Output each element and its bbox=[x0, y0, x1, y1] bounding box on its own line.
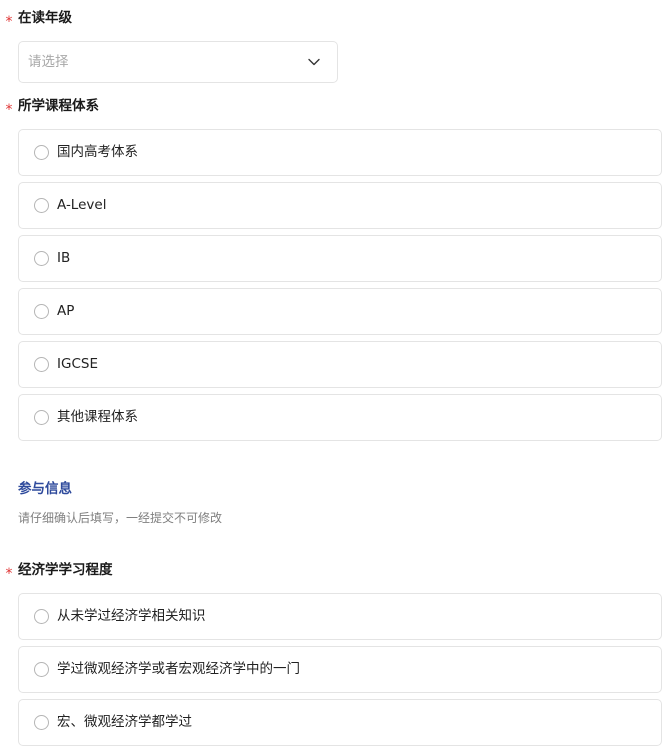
option-label: 国内高考体系 bbox=[57, 144, 138, 160]
radio-button[interactable] bbox=[34, 715, 49, 730]
required-mark: * bbox=[5, 566, 13, 582]
economics-label-text: 经济学学习程度 bbox=[18, 562, 113, 578]
economics-option-both[interactable]: 宏、微观经济学都学过 bbox=[18, 699, 662, 746]
radio-button[interactable] bbox=[34, 304, 49, 319]
chevron-down-icon bbox=[308, 58, 320, 66]
curriculum-option-igcse[interactable]: IGCSE bbox=[18, 341, 662, 388]
section-description: 请仔细确认后填写，一经提交不可修改 bbox=[18, 511, 223, 525]
radio-button[interactable] bbox=[34, 662, 49, 677]
section-title: 参与信息 bbox=[18, 481, 72, 497]
option-label: 宏、微观经济学都学过 bbox=[57, 714, 192, 730]
option-label: AP bbox=[57, 303, 75, 319]
grade-select[interactable]: 请选择 bbox=[18, 41, 338, 83]
curriculum-label-text: 所学课程体系 bbox=[18, 98, 99, 114]
option-label: IGCSE bbox=[57, 356, 98, 372]
curriculum-option-ap[interactable]: AP bbox=[18, 288, 662, 335]
curriculum-option-alevel[interactable]: A-Level bbox=[18, 182, 662, 229]
option-label: IB bbox=[57, 250, 71, 266]
radio-button[interactable] bbox=[34, 145, 49, 160]
option-label: A-Level bbox=[57, 197, 107, 213]
radio-button[interactable] bbox=[34, 609, 49, 624]
economics-field-label: * 经济学学习程度 bbox=[0, 559, 113, 582]
economics-option-one[interactable]: 学过微观经济学或者宏观经济学中的一门 bbox=[18, 646, 662, 693]
curriculum-field-label: * 所学课程体系 bbox=[0, 95, 100, 118]
curriculum-option-ib[interactable]: IB bbox=[18, 235, 662, 282]
grade-field-label: * 在读年级 bbox=[0, 7, 73, 30]
radio-button[interactable] bbox=[34, 198, 49, 213]
option-label: 从未学过经济学相关知识 bbox=[57, 608, 206, 624]
option-label: 学过微观经济学或者宏观经济学中的一门 bbox=[57, 661, 300, 677]
radio-button[interactable] bbox=[34, 357, 49, 372]
grade-label-text: 在读年级 bbox=[18, 10, 72, 26]
curriculum-option-gaokao[interactable]: 国内高考体系 bbox=[18, 129, 662, 176]
required-mark: * bbox=[5, 102, 13, 118]
option-label: 其他课程体系 bbox=[57, 409, 138, 425]
curriculum-option-other[interactable]: 其他课程体系 bbox=[18, 394, 662, 441]
radio-button[interactable] bbox=[34, 410, 49, 425]
economics-option-never[interactable]: 从未学过经济学相关知识 bbox=[18, 593, 662, 640]
radio-button[interactable] bbox=[34, 251, 49, 266]
grade-select-placeholder: 请选择 bbox=[28, 54, 69, 70]
required-mark: * bbox=[5, 14, 13, 30]
